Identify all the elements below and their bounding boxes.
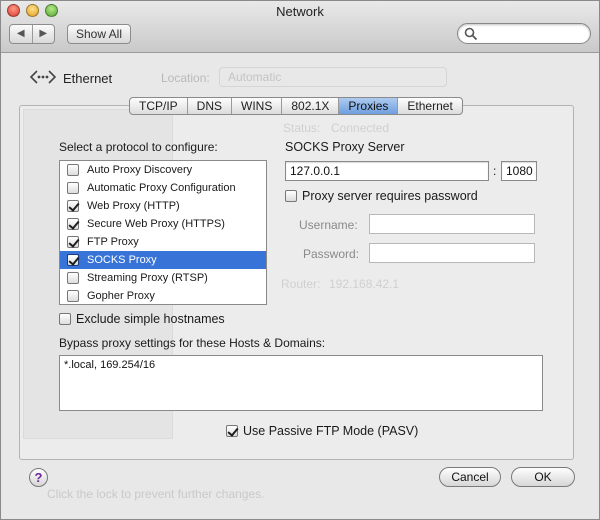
protocol-label: SOCKS Proxy	[87, 254, 157, 266]
proxy-server-heading: SOCKS Proxy Server	[285, 140, 405, 154]
protocol-label: Web Proxy (HTTP)	[87, 200, 180, 212]
username-label: Username:	[299, 218, 358, 232]
cancel-button[interactable]: Cancel	[439, 467, 501, 487]
protocol-checkbox[interactable]	[67, 272, 79, 284]
protocol-checkbox[interactable]	[67, 290, 79, 302]
tab-proxies[interactable]: Proxies	[338, 98, 398, 114]
protocol-checkbox[interactable]	[67, 200, 79, 212]
protocol-checkbox[interactable]	[67, 218, 79, 230]
exclude-simple-hostnames-checkbox[interactable]	[59, 313, 71, 325]
proxy-port-field[interactable]: 1080	[501, 161, 537, 181]
port-separator: :	[493, 164, 497, 178]
status-label-ghost: Status:	[283, 121, 321, 135]
search-field[interactable]	[457, 23, 591, 44]
protocol-list-heading: Select a protocol to configure:	[59, 140, 218, 154]
lock-hint-ghost: Click the lock to prevent further change…	[47, 487, 265, 501]
protocol-label: Automatic Proxy Configuration	[87, 182, 236, 194]
tab-ethernet[interactable]: Ethernet	[397, 98, 461, 114]
protocol-label: FTP Proxy	[87, 236, 139, 248]
ethernet-icon	[29, 70, 57, 84]
exclude-simple-hostnames-label: Exclude simple hostnames	[76, 312, 225, 326]
protocol-list[interactable]: Auto Proxy Discovery Automatic Proxy Con…	[59, 160, 267, 305]
passive-ftp-label: Use Passive FTP Mode (PASV)	[243, 424, 419, 438]
username-field[interactable]	[369, 214, 535, 234]
protocol-item-streaming-proxy[interactable]: Streaming Proxy (RTSP)	[60, 269, 266, 287]
protocol-item-gopher-proxy[interactable]: Gopher Proxy	[60, 287, 266, 304]
forward-button[interactable]: ▶	[31, 25, 55, 43]
search-icon	[464, 27, 478, 41]
protocol-item-secure-web-proxy[interactable]: Secure Web Proxy (HTTPS)	[60, 215, 266, 233]
protocol-checkbox[interactable]	[67, 254, 79, 266]
help-button[interactable]: ?	[29, 468, 48, 487]
tab-wins[interactable]: WINS	[231, 98, 281, 114]
search-input[interactable]	[480, 26, 584, 41]
tab-dns[interactable]: DNS	[186, 98, 231, 114]
protocol-checkbox[interactable]	[67, 164, 79, 176]
protocol-label: Gopher Proxy	[87, 290, 155, 302]
requires-password-label: Proxy server requires password	[302, 189, 478, 203]
protocol-checkbox[interactable]	[67, 182, 79, 194]
title-bar: Network ◀ ▶ Show All	[1, 1, 599, 53]
bypass-hosts-textarea[interactable]: *.local, 169.254/16	[59, 355, 543, 411]
router-value-ghost: 192.168.42.1	[329, 277, 400, 291]
requires-password-checkbox[interactable]	[285, 190, 297, 202]
protocol-item-ftp-proxy[interactable]: FTP Proxy	[60, 233, 266, 251]
protocol-item-web-proxy[interactable]: Web Proxy (HTTP)	[60, 197, 266, 215]
back-button[interactable]: ◀	[10, 25, 32, 43]
ok-button[interactable]: OK	[511, 467, 575, 487]
show-all-button[interactable]: Show All	[67, 24, 131, 44]
protocol-label: Auto Proxy Discovery	[87, 164, 193, 176]
protocol-item-auto-proxy-discovery[interactable]: Auto Proxy Discovery	[60, 161, 266, 179]
tab-802-1x[interactable]: 802.1X	[281, 98, 338, 114]
tab-bar: TCP/IP DNS WINS 802.1X Proxies Ethernet	[129, 97, 463, 115]
protocol-item-socks-proxy[interactable]: SOCKS Proxy	[60, 251, 266, 269]
password-field[interactable]	[369, 243, 535, 263]
bypass-label: Bypass proxy settings for these Hosts & …	[59, 336, 326, 350]
network-preferences-window: Network ◀ ▶ Show All Location: Automatic…	[0, 0, 600, 520]
protocol-label: Secure Web Proxy (HTTPS)	[87, 218, 225, 230]
router-label-ghost: Router:	[281, 277, 321, 291]
proxy-host-field[interactable]: 127.0.0.1	[285, 161, 489, 181]
back-forward-control: ◀ ▶	[9, 24, 55, 44]
protocol-item-automatic-proxy-configuration[interactable]: Automatic Proxy Configuration	[60, 179, 266, 197]
protocol-checkbox[interactable]	[67, 236, 79, 248]
passive-ftp-checkbox[interactable]	[226, 425, 238, 437]
window-title: Network	[276, 4, 324, 19]
interface-name: Ethernet	[63, 71, 113, 86]
protocol-label: Streaming Proxy (RTSP)	[87, 272, 208, 284]
tab-tcp-ip[interactable]: TCP/IP	[130, 98, 187, 114]
location-select: Automatic	[219, 67, 447, 87]
location-label: Location:	[161, 71, 210, 85]
password-label: Password:	[303, 247, 360, 261]
status-value-ghost: Connected	[331, 121, 390, 135]
